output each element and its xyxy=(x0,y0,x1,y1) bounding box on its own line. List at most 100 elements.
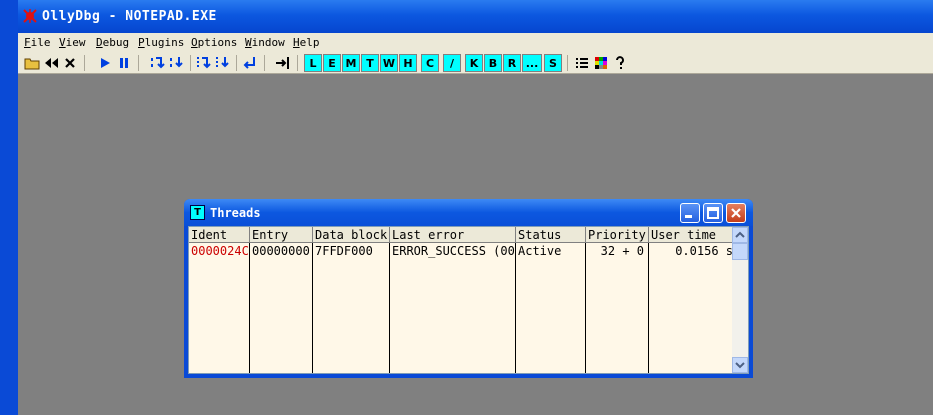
column-divider xyxy=(515,243,516,373)
threads-window-title: Threads xyxy=(210,206,261,220)
toolbar-separator xyxy=(236,55,237,71)
column-divider xyxy=(389,243,390,373)
menu-file[interactable]: File xyxy=(24,36,51,49)
maximize-button[interactable] xyxy=(703,203,723,223)
cell-status: Active xyxy=(518,244,562,258)
column-header-user-time[interactable]: User time xyxy=(649,227,734,243)
scroll-thumb[interactable] xyxy=(732,243,748,260)
return-icon xyxy=(243,57,255,69)
close-icon xyxy=(731,208,741,218)
goto-icon xyxy=(276,57,289,69)
menu-plugins[interactable]: Plugins xyxy=(138,36,184,49)
run-button[interactable] xyxy=(96,54,114,72)
memory-window-button[interactable]: M xyxy=(342,54,360,72)
step-over-button[interactable] xyxy=(168,54,186,72)
minimize-button[interactable] xyxy=(680,203,700,223)
restart-button[interactable] xyxy=(42,54,60,72)
table-header: Ident Entry Data block Last error Status… xyxy=(189,227,734,243)
references-window-button[interactable]: R xyxy=(503,54,521,72)
toolbar-separator xyxy=(190,55,191,71)
modules-window-button[interactable]: E xyxy=(323,54,341,72)
cpu-window-button[interactable]: C xyxy=(421,54,439,72)
scroll-up-button[interactable] xyxy=(732,227,748,243)
column-divider xyxy=(585,243,586,373)
source-window-button[interactable]: S xyxy=(544,54,562,72)
close-icon xyxy=(65,58,75,68)
animate-over-button[interactable] xyxy=(214,54,232,72)
app-title-bar[interactable]: OllyDbg - NOTEPAD.EXE xyxy=(18,0,933,33)
cell-entry: 00000000 xyxy=(252,244,310,258)
column-header-status[interactable]: Status xyxy=(516,227,586,243)
column-header-last-error[interactable]: Last error xyxy=(390,227,516,243)
animate-into-button[interactable] xyxy=(195,54,213,72)
execute-till-return-button[interactable] xyxy=(240,54,258,72)
question-icon xyxy=(616,56,624,69)
menu-view[interactable]: View xyxy=(59,36,86,49)
breakpoints-window-button[interactable]: B xyxy=(484,54,502,72)
toolbar-separator xyxy=(138,55,139,71)
cell-priority: 32 + 0 xyxy=(600,244,644,258)
patches-window-button[interactable]: / xyxy=(443,54,461,72)
app-title: OllyDbg - NOTEPAD.EXE xyxy=(42,9,217,24)
minimize-icon xyxy=(685,215,692,218)
goto-origin-button[interactable] xyxy=(274,54,292,72)
scroll-down-button[interactable] xyxy=(732,357,748,373)
column-divider xyxy=(249,243,250,373)
toolbar-separator xyxy=(264,55,265,71)
column-header-entry[interactable]: Entry xyxy=(250,227,313,243)
color-grid-icon xyxy=(595,57,607,69)
cell-data-block: 7FFDF000 xyxy=(315,244,373,258)
column-divider xyxy=(312,243,313,373)
column-header-ident[interactable]: Ident xyxy=(189,227,250,243)
threads-table: Ident Entry Data block Last error Status… xyxy=(188,226,749,374)
rewind-icon xyxy=(45,58,58,68)
threads-window-icon: T xyxy=(190,205,205,220)
menu-options[interactable]: Options xyxy=(191,36,237,49)
toolbar-separator xyxy=(84,55,85,71)
column-divider xyxy=(648,243,649,373)
log-window-button[interactable]: L xyxy=(304,54,322,72)
threads-title-bar[interactable]: T Threads xyxy=(184,199,753,226)
threads-window-button[interactable]: T xyxy=(361,54,379,72)
folder-icon xyxy=(24,58,40,70)
colors-button[interactable] xyxy=(592,54,610,72)
menu-window[interactable]: Window xyxy=(245,36,285,49)
cell-user-time: 0.0156 s xyxy=(675,244,733,258)
toolbar-separator xyxy=(297,55,298,71)
cell-last-error: ERROR_SUCCESS (000 xyxy=(392,244,515,258)
close-window-button[interactable] xyxy=(726,203,746,223)
cell-ident: 0000024C xyxy=(191,244,249,258)
list-icon xyxy=(576,58,588,68)
pause-button[interactable] xyxy=(115,54,133,72)
column-header-data-block[interactable]: Data block xyxy=(313,227,390,243)
desktop-edge xyxy=(0,0,18,415)
chevron-up-icon xyxy=(735,231,745,238)
step-into-button[interactable] xyxy=(149,54,167,72)
toolbar: L E M T W H C / K B R ... S xyxy=(18,52,933,74)
play-icon xyxy=(101,58,110,68)
run-trace-window-button[interactable]: ... xyxy=(522,54,542,72)
bug-icon xyxy=(23,9,37,23)
ollydbg-window: OllyDbg - NOTEPAD.EXE File View Debug Pl… xyxy=(0,0,933,415)
open-button[interactable] xyxy=(23,54,41,72)
animate-over-icon xyxy=(216,57,229,68)
vertical-scrollbar[interactable] xyxy=(732,227,748,373)
pause-icon xyxy=(120,58,128,68)
step-over-icon xyxy=(170,57,183,68)
help-button[interactable] xyxy=(611,54,629,72)
step-into-icon xyxy=(151,57,165,69)
menu-debug[interactable]: Debug xyxy=(96,36,129,49)
menu-help[interactable]: Help xyxy=(293,36,320,49)
column-header-priority[interactable]: Priority xyxy=(586,227,649,243)
toolbar-separator xyxy=(567,55,568,71)
threads-window: T Threads Ident Entry Data block Last er… xyxy=(184,199,753,378)
chevron-down-icon xyxy=(735,362,745,369)
maximize-icon xyxy=(707,207,719,219)
call-stack-window-button[interactable]: K xyxy=(465,54,483,72)
animate-into-icon xyxy=(197,57,211,69)
close-program-button[interactable] xyxy=(61,54,79,72)
windows-window-button[interactable]: W xyxy=(380,54,398,72)
appearance-button[interactable] xyxy=(573,54,591,72)
handles-window-button[interactable]: H xyxy=(399,54,417,72)
menu-bar: File View Debug Plugins Options Window H… xyxy=(18,33,933,52)
